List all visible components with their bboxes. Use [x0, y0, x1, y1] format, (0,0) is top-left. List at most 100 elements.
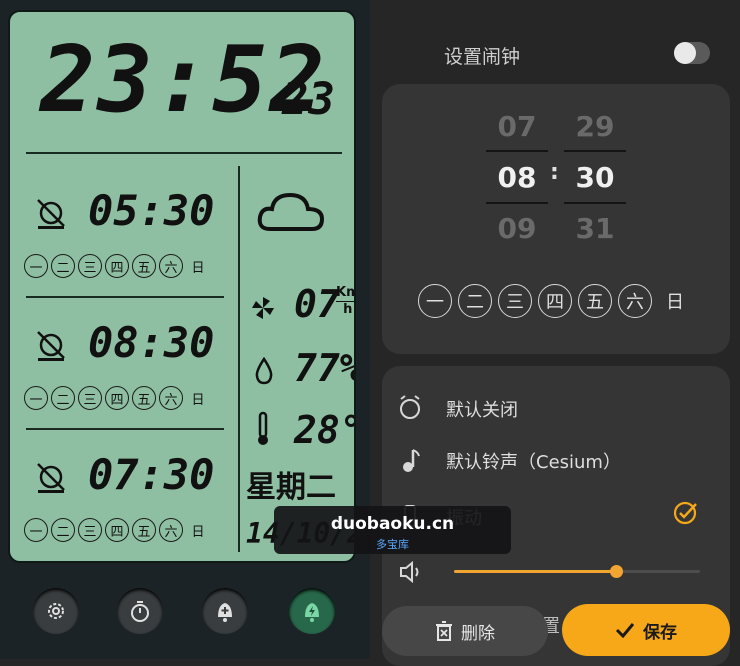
main-clock-seconds: 23	[282, 74, 335, 125]
day-toggle-tue[interactable]: 二	[458, 284, 492, 318]
volume-slider-fill	[454, 570, 617, 573]
editor-title: 设置闹钟	[444, 46, 521, 68]
alarm-slot-1[interactable]: 05:30 一 二 三 四 五 六 日	[20, 182, 235, 292]
volume-icon	[400, 560, 419, 584]
day-sun: 日	[191, 260, 205, 276]
alarm-editor: 设置闹钟 07 08 09 : 29 30 31 一 二 三 四 五 六 日 默…	[370, 0, 740, 666]
auto-off-option[interactable]: 默认关闭	[382, 382, 730, 432]
volume-slider-thumb[interactable]	[610, 565, 624, 578]
wind-unit-bottom: h	[336, 300, 354, 318]
day-tue: 二	[51, 254, 75, 278]
day-sat: 六	[159, 518, 183, 542]
save-button[interactable]: 保存	[562, 604, 730, 656]
stopwatch-icon	[131, 601, 149, 622]
watermark-overlay: duobaoku.cn 多宝库	[274, 506, 511, 554]
day-tue: 二	[51, 386, 75, 410]
lcd-screen: 23:52 23 05:30 一 二 三 四 五 六 日 08:30 一 二 三…	[8, 10, 356, 563]
cloud-icon	[257, 192, 325, 231]
picker-line	[564, 150, 626, 152]
alarm-slot-2[interactable]: 08:30 一 二 三 四 五 六 日	[20, 314, 235, 424]
day-wed: 三	[78, 518, 102, 542]
add-alarm-button[interactable]	[202, 588, 248, 634]
day-sat: 六	[159, 254, 183, 278]
picker-separator: :	[550, 160, 559, 185]
day-mon: 一	[24, 254, 48, 278]
thermometer-icon	[258, 411, 268, 445]
day-fri: 五	[132, 254, 156, 278]
alarm-off-icon	[37, 199, 65, 229]
humidity-icon	[255, 357, 273, 385]
add-alarm-icon	[218, 603, 232, 622]
day-tue: 二	[51, 518, 75, 542]
delete-label: 删除	[461, 623, 495, 644]
toggle-knob	[674, 42, 696, 64]
day-mon: 一	[24, 518, 48, 542]
day-fri: 五	[132, 518, 156, 542]
hour-selected[interactable]: 08	[486, 161, 548, 194]
weekday: 星期二	[246, 470, 336, 505]
day-fri: 五	[132, 386, 156, 410]
alarm-toggle[interactable]	[674, 42, 710, 64]
minute-next[interactable]: 31	[564, 212, 626, 245]
day-toggle-wed[interactable]: 三	[498, 284, 532, 318]
settings-button[interactable]	[33, 588, 79, 634]
day-mon: 一	[24, 386, 48, 410]
alarm-clock-icon	[400, 395, 420, 419]
watermark-sub: 多宝库	[376, 538, 409, 551]
save-label: 保存	[643, 622, 677, 643]
temperature-value: 28°C	[294, 408, 354, 452]
day-toggle-mon[interactable]: 一	[418, 284, 452, 318]
minute-prev[interactable]: 29	[564, 110, 626, 143]
alarm-time: 07:30	[88, 450, 215, 499]
alarm-slot-3[interactable]: 07:30 一 二 三 四 五 六 日	[20, 446, 235, 556]
bottom-nav	[0, 578, 370, 648]
day-wed: 三	[78, 254, 102, 278]
alarm-days: 一 二 三 四 五 六 日	[24, 518, 210, 542]
alarm-off-icon	[37, 331, 65, 361]
day-toggle-thu[interactable]: 四	[538, 284, 572, 318]
repeat-days: 一 二 三 四 五 六 日	[418, 284, 692, 318]
ringtone-option[interactable]: 默认铃声（Cesium）	[382, 434, 730, 484]
time-picker-card: 07 08 09 : 29 30 31 一 二 三 四 五 六 日	[382, 84, 730, 354]
alarm-days: 一 二 三 四 五 六 日	[24, 254, 210, 278]
hour-prev[interactable]: 07	[486, 110, 548, 143]
day-sun: 日	[191, 524, 205, 540]
picker-line	[486, 150, 548, 152]
gear-icon	[48, 603, 64, 619]
day-thu: 四	[105, 518, 129, 542]
alarm-off-icon	[37, 463, 65, 493]
check-icon	[615, 623, 635, 638]
vibrate-checkbox[interactable]	[672, 499, 700, 527]
day-thu: 四	[105, 386, 129, 410]
watermark-main: duobaoku.cn	[330, 514, 455, 534]
volume-slider[interactable]	[454, 565, 700, 578]
alarm-active-icon	[305, 603, 319, 622]
day-thu: 四	[105, 254, 129, 278]
trash-icon	[436, 621, 452, 641]
ringtone-label: 默认铃声（Cesium）	[446, 452, 621, 473]
divider	[26, 296, 224, 298]
stopwatch-button[interactable]	[117, 588, 163, 634]
alarm-time: 08:30	[88, 318, 215, 367]
hour-next[interactable]: 09	[486, 212, 548, 245]
day-toggle-sat[interactable]: 六	[618, 284, 652, 318]
fan-icon	[252, 297, 274, 319]
clock-panel: 23:52 23 05:30 一 二 三 四 五 六 日 08:30 一 二 三…	[0, 0, 370, 659]
auto-off-label: 默认关闭	[446, 400, 518, 421]
picker-line	[486, 202, 548, 204]
day-toggle-fri[interactable]: 五	[578, 284, 612, 318]
wind-unit-top: Km	[336, 285, 354, 300]
delete-button[interactable]: 删除	[382, 606, 548, 656]
minute-selected[interactable]: 30	[564, 161, 626, 194]
wind-unit: Km h	[336, 285, 354, 318]
alarm-days: 一 二 三 四 五 六 日	[24, 386, 210, 410]
day-sat: 六	[159, 386, 183, 410]
divider	[26, 152, 342, 154]
humidity-value: 77%	[294, 346, 356, 390]
alarm-list-button[interactable]	[289, 588, 335, 634]
day-toggle-sun[interactable]: 日	[658, 284, 692, 318]
divider	[238, 166, 240, 552]
music-note-icon	[403, 449, 420, 472]
alarm-time: 05:30	[88, 186, 215, 235]
day-sun: 日	[191, 392, 205, 408]
